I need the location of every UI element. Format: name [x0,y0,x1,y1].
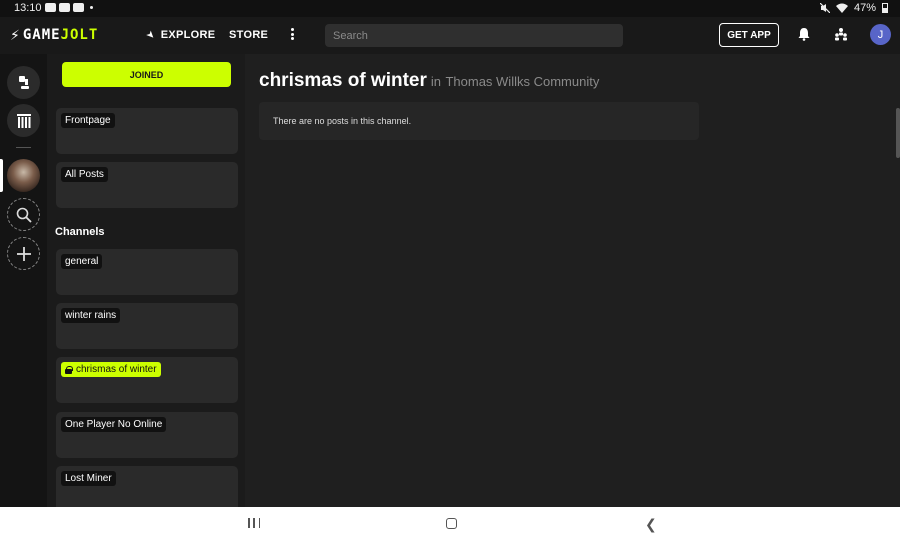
back-icon[interactable]: ❮ [645,517,657,531]
store-link[interactable]: STORE [229,29,268,41]
channel-title: chrismas of winter [259,70,427,91]
logo-text-jolt: JOLT [60,27,99,43]
notification-icons [45,3,93,12]
channel-label: winter rains [61,308,121,323]
community-sidebar: JOINED Frontpage All Posts Channels gene… [47,54,245,507]
youtube-icon [73,3,84,12]
system-icons: 47% [819,2,888,14]
compass-icon: ➤ [143,28,158,42]
empty-message: There are no posts in this channel. [273,116,412,126]
discover-communities-button[interactable] [7,198,40,231]
battery-icon [882,3,888,13]
channel-label-active: chrismas of winter [61,362,161,377]
channel-lost-miner[interactable]: Lost Miner [56,466,238,507]
channel-label: general [61,254,103,269]
channel-header: chrismas of winter in Thomas Willks Commu… [259,70,599,92]
logo-wordmark: GAMEJOLT [23,27,98,43]
status-bar: 13:10 47% [0,0,900,17]
active-indicator [0,159,3,192]
more-notifications-icon [90,6,93,9]
search-icon [16,207,32,223]
feed-label: Frontpage [61,113,115,128]
home-icon[interactable] [446,518,457,529]
main-content: chrismas of winter in Thomas Willks Commu… [245,54,900,507]
logo-text-game: GAME [22,27,61,43]
explore-label: EXPLORE [160,29,216,41]
channel-general[interactable]: general [56,249,238,295]
friends-icon[interactable] [834,27,848,41]
get-app-button[interactable]: GET APP [719,23,779,47]
bell-icon[interactable] [798,27,810,41]
channel-chrismas-of-winter[interactable]: chrismas of winter [56,357,238,403]
channel-label-text: chrismas of winter [76,364,157,375]
library-button[interactable] [7,104,40,137]
battery-percent: 47% [853,2,876,14]
youtube-icon [59,3,70,12]
home-feed-icon [18,75,29,89]
more-menu-icon[interactable] [288,26,296,42]
top-navigation: ⚡ GAMEJOLT ➤ EXPLORE STORE GET APP J [0,17,900,54]
feed-label: All Posts [61,167,108,182]
mute-icon [819,3,830,13]
bolt-icon: ⚡ [10,27,20,43]
in-label: in [430,74,442,89]
search-input[interactable] [325,24,623,47]
channels-heading: Channels [55,226,105,238]
user-avatar[interactable]: J [870,24,891,45]
create-community-button[interactable] [7,237,40,270]
gamejolt-logo[interactable]: ⚡ GAMEJOLT [10,27,98,43]
recents-icon[interactable] [248,518,260,528]
explore-link[interactable]: ➤ EXPLORE [143,28,216,42]
android-nav-bar: ❮ [0,507,900,540]
channel-label: One Player No Online [61,417,167,432]
plus-icon [16,246,31,261]
library-icon [16,113,31,128]
channel-label: Lost Miner [61,471,116,486]
left-rail [0,54,47,507]
video-call-icon [45,3,56,12]
page-scrollbar[interactable] [896,108,900,158]
community-avatar-button[interactable] [7,159,40,192]
community-link[interactable]: Thomas Willks Community [445,74,599,89]
feed-all-posts[interactable]: All Posts [56,162,238,208]
channel-winter-rains[interactable]: winter rains [56,303,238,349]
rail-divider [16,147,31,148]
empty-state: There are no posts in this channel. [259,102,699,140]
channel-one-player-no-online[interactable]: One Player No Online [56,412,238,458]
feed-frontpage[interactable]: Frontpage [56,108,238,154]
joined-button[interactable]: JOINED [62,62,231,87]
status-time: 13:10 [14,2,42,14]
wifi-icon [835,3,848,13]
home-button[interactable] [7,66,40,99]
lock-icon [65,365,73,374]
